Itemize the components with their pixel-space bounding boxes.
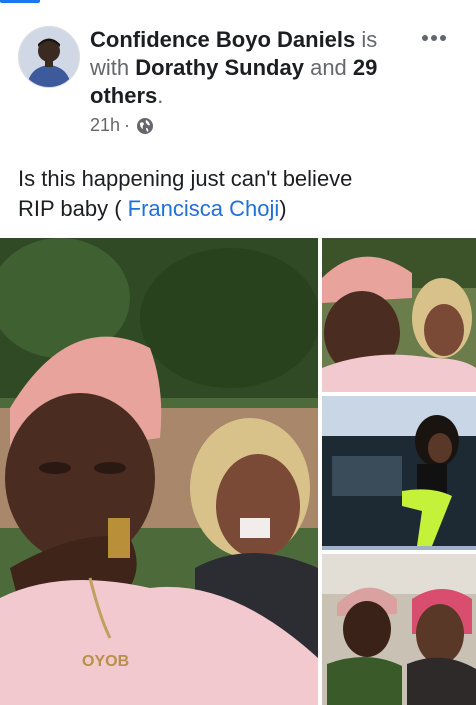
photo-thumb-3[interactable] [322,554,476,705]
photo-thumb-2[interactable] [322,396,476,550]
tagged-person-link[interactable]: Francisca Choji [128,196,280,221]
dot-icon [440,35,446,41]
timestamp[interactable]: 21h [90,115,120,136]
post-text: Is this happening just can't believe RIP… [18,164,458,224]
post-text-prefix: RIP baby ( [18,196,122,221]
period: . [157,83,164,108]
author-name[interactable]: Confidence Boyo Daniels [90,27,355,52]
photo-main[interactable]: OYOB [0,238,318,705]
post-text-line2: RIP baby ( Francisca Choji) [18,194,458,224]
tagged-friend[interactable]: Dorathy Sunday [135,55,304,80]
globe-icon [137,117,154,134]
post-meta: 21h · [90,115,154,136]
photo-grid: OYOB [0,238,476,705]
post-header: Confidence Boyo Daniels is with Dorathy … [0,0,476,150]
meta-separator: · [124,115,131,135]
photo-thumb-1[interactable] [322,238,476,392]
dot-icon [431,35,437,41]
more-options-button[interactable] [422,28,454,48]
shirt-print: OYOB [82,653,129,670]
and-text: and [310,55,347,80]
post-text-line1: Is this happening just can't believe [18,166,353,191]
dot-icon [422,35,428,41]
avatar[interactable] [18,26,80,88]
author-line: Confidence Boyo Daniels is with Dorathy … [90,26,410,110]
post-text-suffix: ) [279,196,287,221]
